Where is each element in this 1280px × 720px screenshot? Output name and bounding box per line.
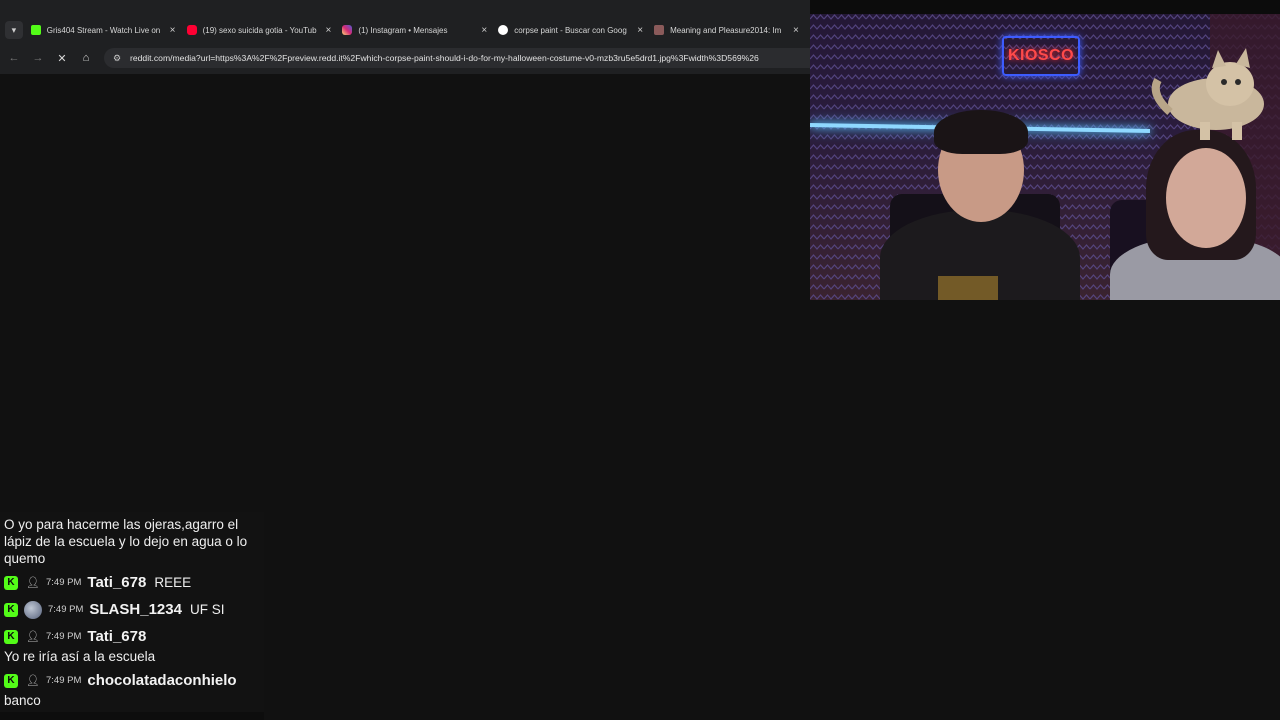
live-chat: O yo para hacerme las ojeras,agarro el l… <box>0 512 264 720</box>
tab-instagram[interactable]: (1) Instagram • Mensajes × <box>342 17 490 43</box>
chat-username[interactable]: Tati_678 <box>87 574 146 591</box>
neon-sign-text: KIOSCO <box>1007 47 1075 64</box>
stop-loading-button[interactable]: ✕ <box>52 48 72 68</box>
address-bar[interactable]: ⚙ reddit.com/media?url=https%3A%2F%2Fpre… <box>104 48 810 68</box>
forward-arrow-icon: → <box>32 52 44 64</box>
webcam-overlay: KIOSCO <box>810 14 1280 300</box>
person-icon: 👤︎ <box>26 631 40 643</box>
browser-chrome: ▾ Gris404 Stream - Watch Live on × (19) … <box>0 0 810 74</box>
close-icon[interactable]: × <box>634 25 646 36</box>
chat-username[interactable]: SLASH_1234 <box>89 601 182 618</box>
kick-badge-icon: K <box>4 673 18 688</box>
google-favicon-icon <box>498 25 509 35</box>
tab-search-button[interactable]: ▾ <box>5 21 23 39</box>
browser-toolbar: ← → ✕ ⌂ ⚙ reddit.com/media?url=https%3A%… <box>0 46 810 70</box>
streamer-right-head <box>1166 148 1246 248</box>
stop-icon: ✕ <box>57 52 67 65</box>
kick-badge-icon: K <box>4 575 18 590</box>
tab-meaning-pleasure[interactable]: Meaning and Pleasure2014: Im × <box>654 17 802 43</box>
back-arrow-icon: ← <box>8 52 20 64</box>
tab-title: (1) Instagram • Mensajes <box>358 25 448 35</box>
close-icon[interactable]: × <box>167 25 179 36</box>
close-icon[interactable]: × <box>790 25 802 36</box>
chat-message: K 👤︎ 7:49 PM Tati_678 <box>0 623 264 650</box>
chat-message-text: REEE <box>154 575 192 590</box>
instagram-favicon-icon <box>342 25 353 35</box>
kick-favicon-icon <box>30 25 41 35</box>
tab-title: (19) sexo suicida gotia - YouTub <box>202 25 317 35</box>
cat-sticker <box>1151 48 1264 140</box>
chat-username[interactable]: Tati_678 <box>87 628 146 645</box>
chat-message-text: Yo re iría así a la escuela <box>4 649 156 664</box>
streamer-left-hair <box>934 110 1028 154</box>
shirt-print <box>938 276 998 300</box>
chat-username[interactable]: chocolatadaconhielo <box>87 672 236 689</box>
forward-button[interactable]: → <box>28 48 48 68</box>
chat-timestamp: 7:49 PM <box>46 675 82 686</box>
home-button[interactable]: ⌂ <box>76 48 96 68</box>
chat-message-text: banco <box>4 693 41 708</box>
home-icon: ⌂ <box>82 52 90 64</box>
tab-youtube[interactable]: (19) sexo suicida gotia - YouTub × <box>186 17 335 43</box>
tab-title: Meaning and Pleasure2014: Im <box>670 25 782 35</box>
tab-title: corpse paint - Buscar con Goog <box>514 25 627 35</box>
site-info-icon[interactable]: ⚙ <box>108 53 126 64</box>
neon-sign: KIOSCO <box>1002 36 1080 76</box>
chat-message: K 7:49 PM SLASH_1234 UF SI <box>0 596 264 623</box>
close-icon[interactable]: × <box>322 25 334 36</box>
image-favicon-icon <box>654 25 665 35</box>
url-text[interactable]: reddit.com/media?url=https%3A%2F%2Fprevi… <box>130 53 759 63</box>
tab-title: Gris404 Stream - Watch Live on <box>46 25 161 35</box>
tab-kick-stream[interactable]: Gris404 Stream - Watch Live on × <box>30 17 179 43</box>
chat-timestamp: 7:49 PM <box>46 577 82 588</box>
chat-bottom-fade <box>0 712 264 720</box>
chat-message: K 👤︎ 7:49 PM chocolatadaconhielo <box>0 667 264 694</box>
chat-timestamp: 7:49 PM <box>46 631 82 642</box>
chevron-down-icon: ▾ <box>11 24 17 35</box>
chat-message-text: UF SI <box>189 602 225 617</box>
person-icon: 👤︎ <box>26 577 40 589</box>
chat-message-text: O yo para hacerme las ojeras,agarro el l… <box>4 517 248 566</box>
user-avatar <box>24 600 42 619</box>
kick-badge-icon: K <box>4 629 18 644</box>
tab-google-search[interactable]: corpse paint - Buscar con Goog × <box>498 17 646 43</box>
kick-badge-icon: K <box>4 602 18 617</box>
youtube-favicon-icon <box>186 25 197 35</box>
close-icon[interactable]: × <box>478 25 490 36</box>
back-button[interactable]: ← <box>4 48 24 68</box>
person-icon: 👤︎ <box>26 675 40 687</box>
chat-timestamp: 7:49 PM <box>48 604 84 615</box>
chat-message: K 👤︎ 7:49 PM Tati_678 REEE <box>0 569 264 596</box>
tab-bar: ▾ Gris404 Stream - Watch Live on × (19) … <box>0 16 810 44</box>
